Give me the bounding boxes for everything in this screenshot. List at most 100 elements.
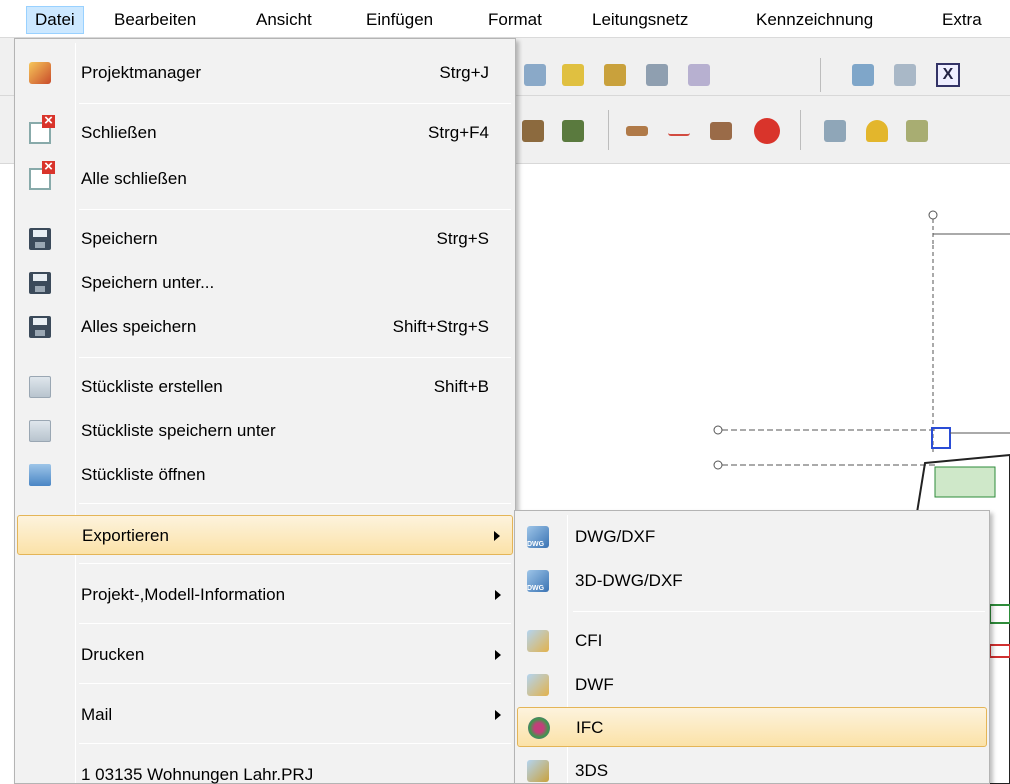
submenu-arrow-icon xyxy=(495,710,501,720)
toolbar-layer-icon[interactable] xyxy=(522,120,544,142)
menu-item-exportieren[interactable]: Exportieren xyxy=(17,515,513,555)
submenu-arrow-icon xyxy=(494,531,500,541)
menu-item-stueckliste-erstellen[interactable]: Stückliste erstellen Shift+B xyxy=(17,367,513,407)
menu-item-speichern[interactable]: Speichern Strg+S xyxy=(17,219,513,259)
toolbar-lightning-icon[interactable] xyxy=(562,64,584,86)
submenu-arrow-icon xyxy=(495,650,501,660)
window-icon[interactable] xyxy=(894,64,916,86)
menu-item-alle-schliessen[interactable]: Alle schließen xyxy=(17,159,513,199)
close-x-icon[interactable]: X xyxy=(936,63,960,87)
menu-item-stueckliste-oeffnen[interactable]: Stückliste öffnen xyxy=(17,455,513,495)
submenu-item-label: DWG/DXF xyxy=(575,527,656,546)
menu-item-speichern-unter[interactable]: Speichern unter... xyxy=(17,263,513,303)
toolbar-valve-icon[interactable] xyxy=(824,120,846,142)
menu-separator xyxy=(79,563,511,564)
menu-kennzeichnung[interactable]: Kennzeichnung xyxy=(748,6,881,34)
toolbar-pipe-icon[interactable] xyxy=(626,126,648,136)
dwg-dxf-icon xyxy=(527,526,549,548)
toolbar-block-icon[interactable] xyxy=(710,122,732,140)
submenu-item-label: DWF xyxy=(575,675,614,694)
submenu-item-dwg-dxf[interactable]: DWG/DXF xyxy=(517,517,987,557)
3ds-icon xyxy=(527,760,549,782)
submenu-item-dwf[interactable]: DWF xyxy=(517,665,987,705)
toolbar-bulb-icon[interactable] xyxy=(562,120,584,142)
menu-item-label: Stückliste öffnen xyxy=(81,465,206,484)
menu-separator xyxy=(79,683,511,684)
parts-list-icon xyxy=(29,376,51,398)
submenu-item-3ds[interactable]: 3DS xyxy=(517,751,987,784)
menu-item-label: Alles speichern xyxy=(81,317,197,336)
menubar: Datei Bearbeiten Ansicht Einfügen Format… xyxy=(0,0,1010,38)
project-manager-icon xyxy=(29,62,51,84)
menu-einfuegen[interactable]: Einfügen xyxy=(358,6,441,34)
menu-item-label: Schließen xyxy=(81,123,157,142)
toolbar-t-icon[interactable] xyxy=(754,118,780,144)
menu-item-shortcut: Strg+S xyxy=(436,229,489,248)
submenu-item-ifc[interactable]: IFC xyxy=(517,707,987,747)
parts-list-open-icon xyxy=(29,464,51,486)
menu-item-label: Stückliste speichern unter xyxy=(81,421,276,440)
menu-item-label: Speichern unter... xyxy=(81,273,215,292)
menu-datei[interactable]: Datei xyxy=(26,6,84,34)
toolbar-user-icon[interactable] xyxy=(688,64,710,86)
zoom-icon[interactable] xyxy=(852,64,874,86)
export-submenu: DWG/DXF 3D-DWG/DXF CFI DWF IFC 3DS xyxy=(514,510,990,784)
parts-list-save-icon xyxy=(29,420,51,442)
menu-item-projekt-modell-information[interactable]: Projekt-,Modell-Information xyxy=(17,575,513,615)
toolbar-separator xyxy=(800,110,801,150)
menu-ansicht[interactable]: Ansicht xyxy=(248,6,320,34)
toolbar-radiator-icon[interactable] xyxy=(604,64,626,86)
menu-format[interactable]: Format xyxy=(480,6,550,34)
submenu-item-3d-dwg-dxf[interactable]: 3D-DWG/DXF xyxy=(517,561,987,601)
toolbar-wave-icon[interactable] xyxy=(668,124,690,136)
menu-item-label: Mail xyxy=(81,705,113,724)
toolbar-tool-icon[interactable] xyxy=(524,64,546,86)
menu-separator xyxy=(79,357,511,358)
menu-separator xyxy=(573,611,985,612)
menu-item-label: Speichern xyxy=(81,229,158,248)
menu-extra[interactable]: Extra xyxy=(934,6,990,34)
menu-item-shortcut: Strg+F4 xyxy=(428,123,489,142)
submenu-item-label: CFI xyxy=(575,631,603,650)
toolbar-misc-icon[interactable] xyxy=(906,120,928,142)
menu-item-projektmanager[interactable]: Projektmanager Strg+J xyxy=(17,53,513,93)
menu-item-recent-file-1[interactable]: 1 03135 Wohnungen Lahr.PRJ xyxy=(17,755,513,784)
toolbar-separator xyxy=(820,58,821,92)
submenu-item-label: 3D-DWG/DXF xyxy=(575,571,683,590)
menu-separator xyxy=(79,103,511,104)
menu-item-shortcut: Shift+Strg+S xyxy=(392,317,489,336)
menu-bearbeiten[interactable]: Bearbeiten xyxy=(106,6,204,34)
save-as-icon xyxy=(29,272,51,294)
menu-separator xyxy=(79,623,511,624)
menu-item-mail[interactable]: Mail xyxy=(17,695,513,735)
close-all-icon xyxy=(29,161,55,190)
close-document-icon xyxy=(29,115,55,144)
menu-item-label: 1 03135 Wohnungen Lahr.PRJ xyxy=(81,765,314,784)
menu-item-label: Stückliste erstellen xyxy=(81,377,223,396)
menu-item-label: Alle schließen xyxy=(81,169,187,188)
cfi-icon xyxy=(527,630,549,652)
submenu-arrow-icon xyxy=(495,590,501,600)
bell-icon[interactable] xyxy=(866,120,888,142)
menu-item-drucken[interactable]: Drucken xyxy=(17,635,513,675)
menu-item-label: Drucken xyxy=(81,645,145,664)
submenu-item-label: 3DS xyxy=(575,761,609,780)
save-icon xyxy=(29,228,51,250)
submenu-item-cfi[interactable]: CFI xyxy=(517,621,987,661)
menu-separator xyxy=(79,209,511,210)
toolbar-separator xyxy=(608,110,609,150)
menu-leitungsnetz[interactable]: Leitungsnetz xyxy=(584,6,696,34)
dwf-icon xyxy=(527,674,549,696)
toolbar-gauge-icon[interactable] xyxy=(646,64,668,86)
file-menu: Projektmanager Strg+J Schließen Strg+F4 … xyxy=(14,38,516,784)
menu-separator xyxy=(79,743,511,744)
ifc-icon xyxy=(528,717,550,739)
save-all-icon xyxy=(29,316,51,338)
menu-item-label: Projektmanager xyxy=(81,63,202,82)
menu-item-shortcut: Strg+J xyxy=(439,63,489,82)
menu-item-alles-speichern[interactable]: Alles speichern Shift+Strg+S xyxy=(17,307,513,347)
3d-dwg-dxf-icon xyxy=(527,570,549,592)
menu-item-stueckliste-speichern-unter[interactable]: Stückliste speichern unter xyxy=(17,411,513,451)
menu-item-schliessen[interactable]: Schließen Strg+F4 xyxy=(17,113,513,153)
submenu-item-label: IFC xyxy=(576,718,604,737)
